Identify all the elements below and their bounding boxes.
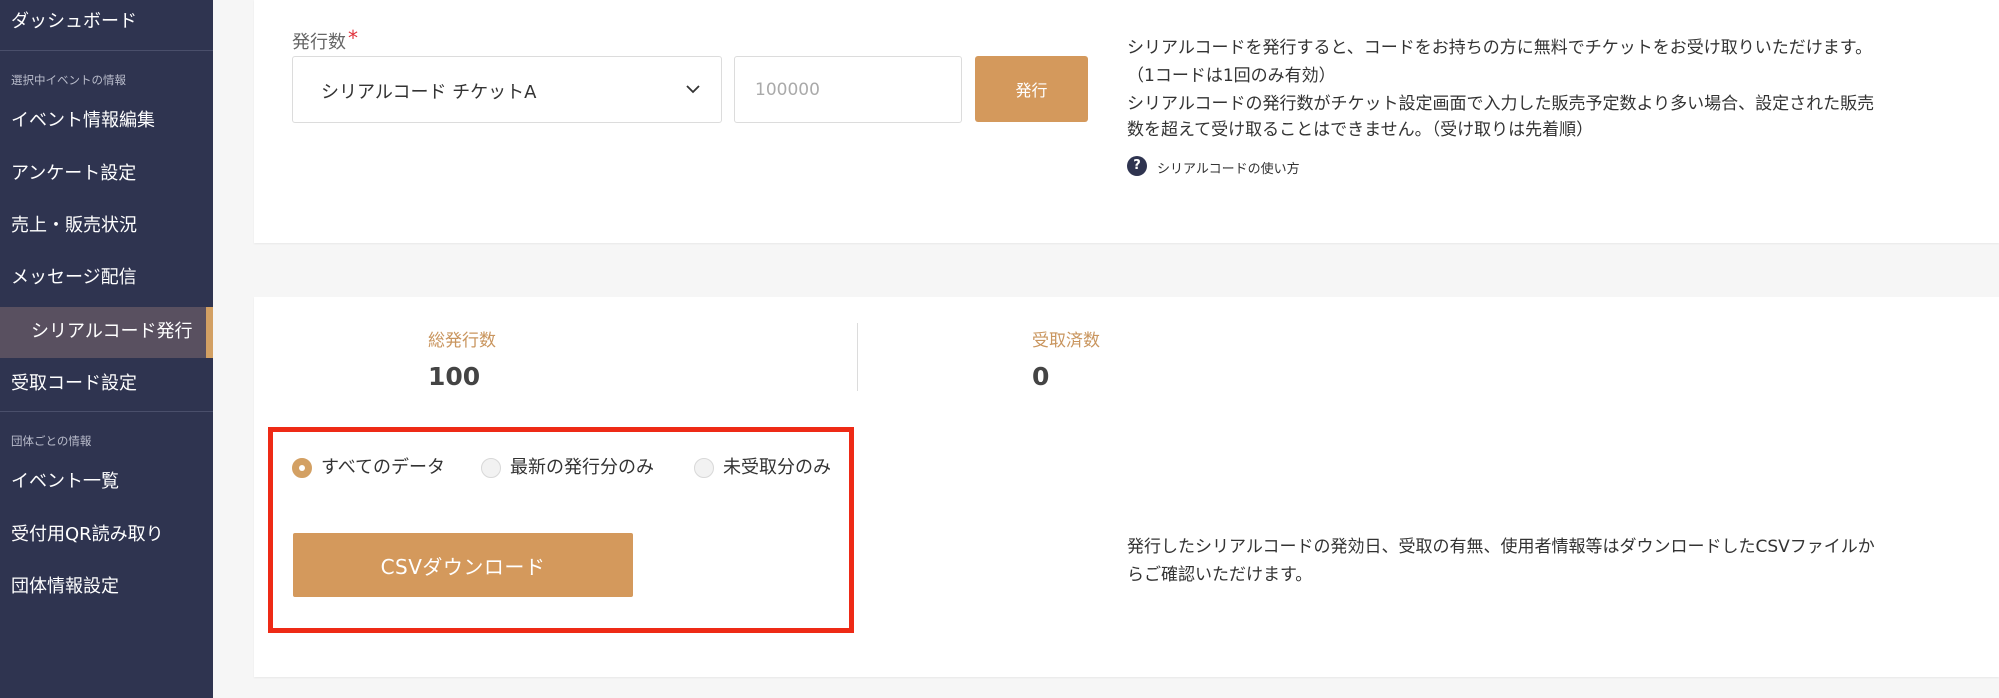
- chevron-down-icon: [686, 85, 700, 94]
- highlight-box: [268, 427, 854, 633]
- description-line: 数を超えて受け取ることはできません。（受け取りは先着順）: [1127, 120, 1594, 140]
- sidebar-item-label: シリアルコード発行: [31, 321, 193, 342]
- sidebar-item-group-settings[interactable]: 団体情報設定: [0, 575, 213, 599]
- sidebar-section-event: 選択中イベントの情報: [11, 73, 126, 87]
- sidebar-item-event-list[interactable]: イベント一覧: [0, 470, 213, 494]
- ticket-select[interactable]: シリアルコード チケットA: [292, 56, 722, 123]
- required-mark: *: [348, 26, 358, 50]
- help-link-text: シリアルコードの使い方: [1157, 162, 1300, 177]
- sidebar-item-survey[interactable]: アンケート設定: [0, 162, 213, 186]
- ticket-select-value: シリアルコード チケットA: [321, 82, 537, 103]
- description-line: シリアルコードの発行数がチケット設定画面で入力した販売予定数より多い場合、設定さ…: [1127, 94, 1875, 114]
- received-value: 0: [1032, 362, 1050, 391]
- sidebar-item-event-edit[interactable]: イベント情報編集: [0, 109, 213, 133]
- csv-description-line: 発行したシリアルコードの発効日、受取の有無、使用者情報等はダウンロードしたCSV…: [1127, 537, 1875, 557]
- issue-count-label: 発行数 *: [292, 26, 358, 54]
- sidebar-item-receive-code[interactable]: 受取コード設定: [0, 372, 213, 396]
- sidebar-section-group: 団体ごとの情報: [11, 434, 92, 448]
- description-line: （1コードは1回のみ有効）: [1127, 66, 1336, 86]
- issue-count-label-text: 発行数: [292, 32, 346, 53]
- sidebar-item-qr-reader[interactable]: 受付用QR読み取り: [0, 523, 213, 547]
- sidebar-item-serial-code[interactable]: シリアルコード発行: [0, 307, 213, 358]
- sidebar-divider: [0, 50, 213, 51]
- sidebar-item-sales[interactable]: 売上・販売状況: [0, 214, 213, 238]
- quantity-input[interactable]: [734, 56, 962, 123]
- total-issued-label: 総発行数: [428, 331, 496, 351]
- stat-divider: [857, 323, 858, 391]
- question-icon: ?: [1127, 156, 1147, 176]
- sidebar-divider: [0, 411, 213, 412]
- sidebar-item-messages[interactable]: メッセージ配信: [0, 266, 213, 290]
- sidebar-item-dashboard[interactable]: ダッシュボード: [0, 10, 213, 34]
- issue-button[interactable]: 発行: [975, 56, 1088, 122]
- total-issued-value: 100: [428, 362, 481, 391]
- description-line: シリアルコードを発行すると、コードをお持ちの方に無料でチケットをお受け取りいただ…: [1127, 38, 1873, 58]
- sidebar: ダッシュボード 選択中イベントの情報 イベント情報編集 アンケート設定 売上・販…: [0, 0, 213, 698]
- received-label: 受取済数: [1032, 331, 1100, 351]
- csv-description-line: らご確認いただけます。: [1127, 565, 1313, 585]
